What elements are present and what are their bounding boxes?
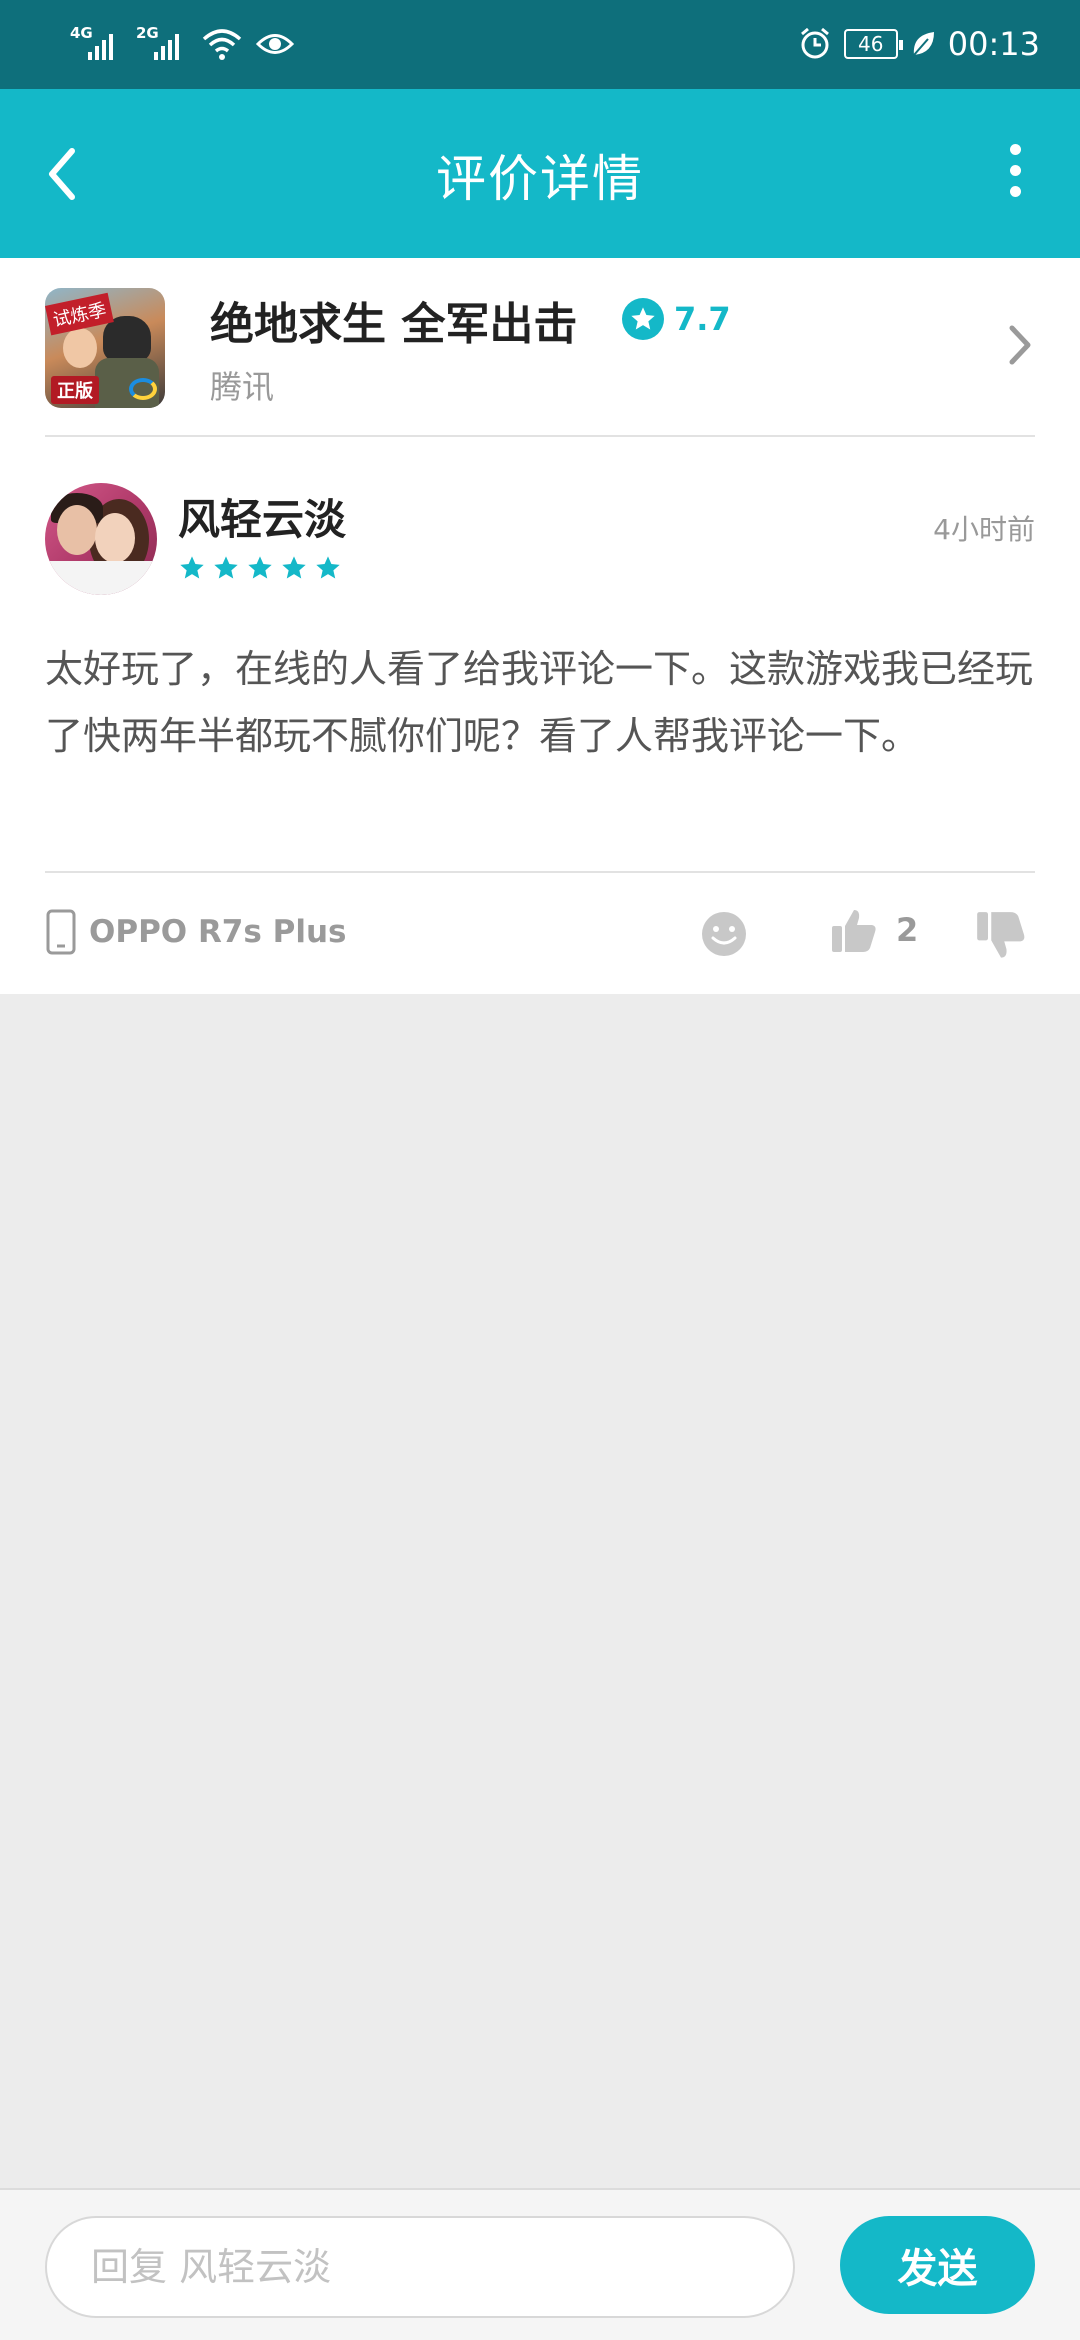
page-title: 评价详情 <box>436 150 644 208</box>
phone-icon <box>46 909 76 955</box>
status-right: 46 00:13 <box>798 22 1040 66</box>
star-icon <box>282 556 306 579</box>
review-actions: OPPO R7s Plus 2 <box>0 872 1080 994</box>
alarm-icon <box>800 27 829 59</box>
rating-stars <box>178 554 342 582</box>
like-button[interactable]: 2 <box>830 906 918 954</box>
rating-value: 7.7 <box>674 300 731 338</box>
battery-level: 46 <box>858 32 884 56</box>
status-left: 4G 2G <box>70 22 294 66</box>
eye-icon <box>256 34 294 54</box>
app-rating: 7.7 <box>622 296 731 342</box>
tencent-logo-icon <box>129 378 157 400</box>
device-info: OPPO R7s Plus <box>45 908 347 956</box>
more-button[interactable] <box>990 144 1040 204</box>
device-name: OPPO R7s Plus <box>89 914 347 950</box>
star-icon <box>248 556 272 579</box>
status-bar: 4G 2G 46 00:13 <box>0 0 1080 89</box>
divider <box>45 435 1035 437</box>
thumbs-down-icon[interactable] <box>975 910 1027 962</box>
leaf-icon <box>913 32 934 56</box>
user-name[interactable]: 风轻云淡 <box>178 486 346 547</box>
sim1-signal-icon: 4G <box>70 24 122 64</box>
smiley-icon[interactable] <box>700 910 748 958</box>
star-icon <box>622 298 664 340</box>
star-icon <box>180 556 204 579</box>
thumbs-up-icon <box>832 910 876 952</box>
app-developer: 腾讯 <box>210 368 275 406</box>
battery-icon: 46 <box>843 29 903 59</box>
review-time: 4小时前 <box>933 513 1035 546</box>
more-vertical-icon <box>1009 144 1021 155</box>
review-text: 太好玩了，在线的人看了给我评论一下。这款游戏我已经玩了快两年半都玩不腻你们呢？看… <box>45 647 1034 758</box>
star-icon <box>316 556 340 579</box>
star-icon <box>214 556 238 579</box>
review-card: 试炼季 正版 绝地求生 全军出击 7.7 腾讯 风轻云淡 4小时前 太好玩了，在… <box>0 258 1080 994</box>
app-icon-badge-bottom: 正版 <box>51 376 99 404</box>
title-bar: 评价详情 <box>0 89 1080 258</box>
app-name: 绝地求生 全军出击 <box>210 299 578 350</box>
reply-bar: 发送 <box>0 2188 1080 2340</box>
app-row[interactable]: 试炼季 正版 绝地求生 全军出击 7.7 腾讯 <box>0 258 1080 436</box>
send-button[interactable]: 发送 <box>840 2216 1035 2314</box>
sim2-signal-icon: 2G <box>136 24 188 64</box>
avatar[interactable] <box>45 483 157 595</box>
like-count: 2 <box>896 911 919 949</box>
wifi-icon <box>202 29 242 60</box>
clock: 00:13 <box>947 25 1040 63</box>
chevron-right-icon[interactable] <box>1000 320 1040 370</box>
reply-input[interactable] <box>45 2216 795 2318</box>
app-icon[interactable]: 试炼季 正版 <box>45 288 165 408</box>
